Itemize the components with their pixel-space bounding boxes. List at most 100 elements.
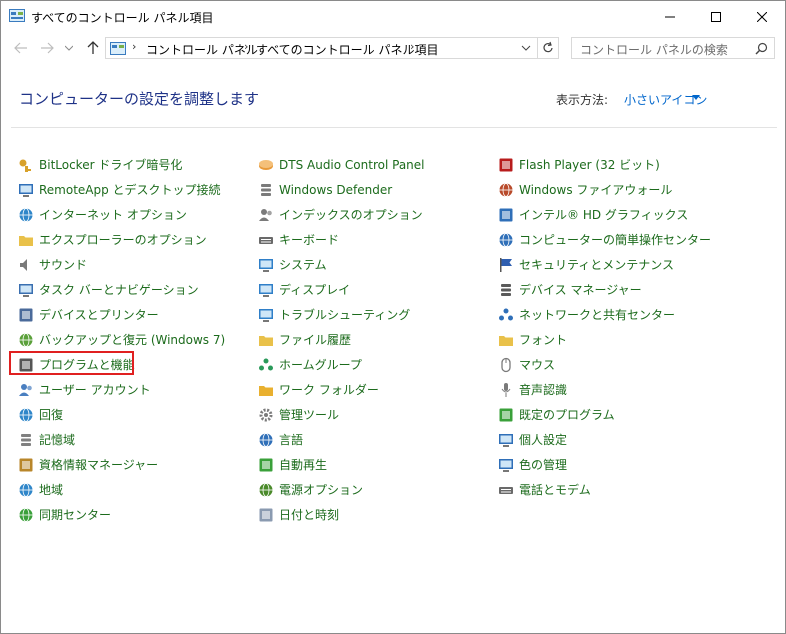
- control-panel-item[interactable]: バックアップと復元 (Windows 7): [18, 327, 225, 352]
- control-panel-item[interactable]: トラブルシューティング: [258, 302, 425, 327]
- items-column-3: Flash Player (32 ビット) Windows ファイアウォールインテ…: [498, 152, 711, 502]
- control-panel-item[interactable]: キーボード: [258, 227, 425, 252]
- fonts-icon: [499, 335, 513, 346]
- search-input[interactable]: コントロール パネルの検索: [580, 41, 728, 58]
- control-panel-small-icon: [110, 42, 126, 55]
- page-title: コンピューターの設定を調整します: [19, 90, 260, 108]
- network-icon: [499, 308, 513, 320]
- control-panel-item[interactable]: DTS Audio Control Panel: [258, 152, 425, 177]
- device-manager-icon: [501, 283, 511, 296]
- control-panel-item-label: フォント: [519, 333, 568, 347]
- control-panel-item[interactable]: 電話とモデム: [498, 477, 711, 502]
- control-panel-item[interactable]: デバイスとプリンター: [18, 302, 225, 327]
- indexing-icon: [259, 208, 272, 221]
- control-panel-item-label: サウンド: [39, 258, 88, 272]
- control-panel-item[interactable]: BitLocker ドライブ暗号化: [18, 152, 225, 177]
- control-panel-item-label: ホームグループ: [279, 358, 362, 372]
- breadcrumb-separator[interactable]: ›: [244, 40, 248, 53]
- breadcrumb-separator[interactable]: ›: [132, 40, 136, 53]
- control-panel-item[interactable]: インターネット オプション: [18, 202, 225, 227]
- forward-button[interactable]: [37, 38, 57, 58]
- mouse-icon: [501, 357, 511, 372]
- breadcrumb-separator[interactable]: ›: [410, 40, 414, 53]
- control-panel-item-label: タスク バーとナビゲーション: [39, 283, 199, 297]
- control-panel-item-label: トラブルシューティング: [279, 308, 411, 322]
- remoteapp-icon: [19, 183, 33, 197]
- control-panel-item-label: セキュリティとメンテナンス: [519, 258, 675, 272]
- homegroup-icon: [259, 358, 273, 370]
- control-panel-item[interactable]: 既定のプログラム: [498, 402, 711, 427]
- breadcrumb-control-panel[interactable]: コントロール パネル: [146, 41, 258, 58]
- control-panel-item-label: 音声認識: [519, 383, 568, 397]
- bitlocker-key-icon: [19, 159, 31, 172]
- close-button[interactable]: [739, 1, 785, 32]
- control-panel-item[interactable]: 個人設定: [498, 427, 711, 452]
- control-panel-item[interactable]: 音声認識: [498, 377, 711, 402]
- control-panel-item-label: 言語: [279, 433, 304, 447]
- storage-icon: [21, 433, 31, 446]
- control-panel-item-label: エクスプローラーのオプション: [39, 233, 207, 247]
- control-panel-item[interactable]: 記憶域: [18, 427, 225, 452]
- up-button[interactable]: [83, 38, 103, 58]
- control-panel-item[interactable]: Flash Player (32 ビット): [498, 152, 711, 177]
- search-box[interactable]: コントロール パネルの検索: [571, 37, 775, 59]
- control-panel-item[interactable]: マウス: [498, 352, 711, 377]
- navigation-bar: › コントロール パネル › すべてのコントロール パネル項目 › コントロール…: [1, 32, 785, 64]
- file-history-icon: [259, 335, 273, 346]
- control-panel-item[interactable]: サウンド: [18, 252, 225, 277]
- control-panel-item[interactable]: 管理ツール: [258, 402, 425, 427]
- control-panel-item[interactable]: ネットワークと共有センター: [498, 302, 711, 327]
- control-panel-item[interactable]: システム: [258, 252, 425, 277]
- control-panel-item[interactable]: エクスプローラーのオプション: [18, 227, 225, 252]
- control-panel-icon: [9, 9, 25, 22]
- troubleshoot-icon: [259, 308, 273, 322]
- minimize-button[interactable]: [647, 1, 693, 32]
- control-panel-item[interactable]: インテル® HD グラフィックス: [498, 202, 711, 227]
- control-panel-item[interactable]: デバイス マネージャー: [498, 277, 711, 302]
- control-panel-item[interactable]: 日付と時刻: [258, 502, 425, 527]
- control-panel-item[interactable]: RemoteApp とデスクトップ接続: [18, 177, 225, 202]
- taskbar-icon: [19, 283, 33, 297]
- control-panel-item[interactable]: 同期センター: [18, 502, 225, 527]
- control-panel-item[interactable]: フォント: [498, 327, 711, 352]
- control-panel-item[interactable]: 色の管理: [498, 452, 711, 477]
- address-bar[interactable]: › コントロール パネル › すべてのコントロール パネル項目 ›: [105, 37, 559, 59]
- control-panel-item[interactable]: 地域: [18, 477, 225, 502]
- control-panel-item-label: Windows ファイアウォール: [519, 183, 673, 197]
- backup-icon: [19, 332, 33, 347]
- control-panel-item[interactable]: 自動再生: [258, 452, 425, 477]
- control-panel-item[interactable]: 電源オプション: [258, 477, 425, 502]
- control-panel-item[interactable]: ユーザー アカウント: [18, 377, 225, 402]
- control-panel-item[interactable]: ファイル履歴: [258, 327, 425, 352]
- minimize-icon: [665, 16, 675, 17]
- control-panel-item-label: Windows Defender: [279, 182, 393, 197]
- refresh-icon[interactable]: [541, 41, 555, 55]
- back-arrow-icon: [14, 42, 27, 54]
- address-divider: [537, 38, 538, 58]
- sync-icon: [19, 507, 33, 522]
- control-panel-item-label: 個人設定: [519, 433, 568, 447]
- globe-icon: [19, 207, 33, 222]
- dropdown-arrow-icon[interactable]: [692, 95, 700, 100]
- control-panel-item[interactable]: タスク バーとナビゲーション: [18, 277, 225, 302]
- control-panel-item[interactable]: ホームグループ: [258, 352, 425, 377]
- control-panel-item[interactable]: Windows Defender: [258, 177, 425, 202]
- control-panel-item[interactable]: 資格情報マネージャー: [18, 452, 225, 477]
- search-icon[interactable]: [755, 42, 768, 55]
- control-panel-item-label: ディスプレイ: [279, 283, 351, 297]
- recent-locations-button[interactable]: [63, 38, 75, 58]
- control-panel-item[interactable]: セキュリティとメンテナンス: [498, 252, 711, 277]
- power-icon: [259, 482, 273, 497]
- control-panel-item[interactable]: コンピューターの簡単操作センター: [498, 227, 711, 252]
- back-button[interactable]: [11, 38, 31, 58]
- control-panel-item-label: 電話とモデム: [519, 483, 591, 497]
- control-panel-item[interactable]: Windows ファイアウォール: [498, 177, 711, 202]
- control-panel-item[interactable]: ディスプレイ: [258, 277, 425, 302]
- address-dropdown-icon[interactable]: [520, 42, 532, 54]
- control-panel-item[interactable]: 言語: [258, 427, 425, 452]
- maximize-button[interactable]: [693, 1, 739, 32]
- control-panel-item[interactable]: ワーク フォルダー: [258, 377, 425, 402]
- control-panel-item-label: ファイル履歴: [279, 333, 352, 347]
- control-panel-item[interactable]: インデックスのオプション: [258, 202, 425, 227]
- control-panel-item[interactable]: 回復: [18, 402, 225, 427]
